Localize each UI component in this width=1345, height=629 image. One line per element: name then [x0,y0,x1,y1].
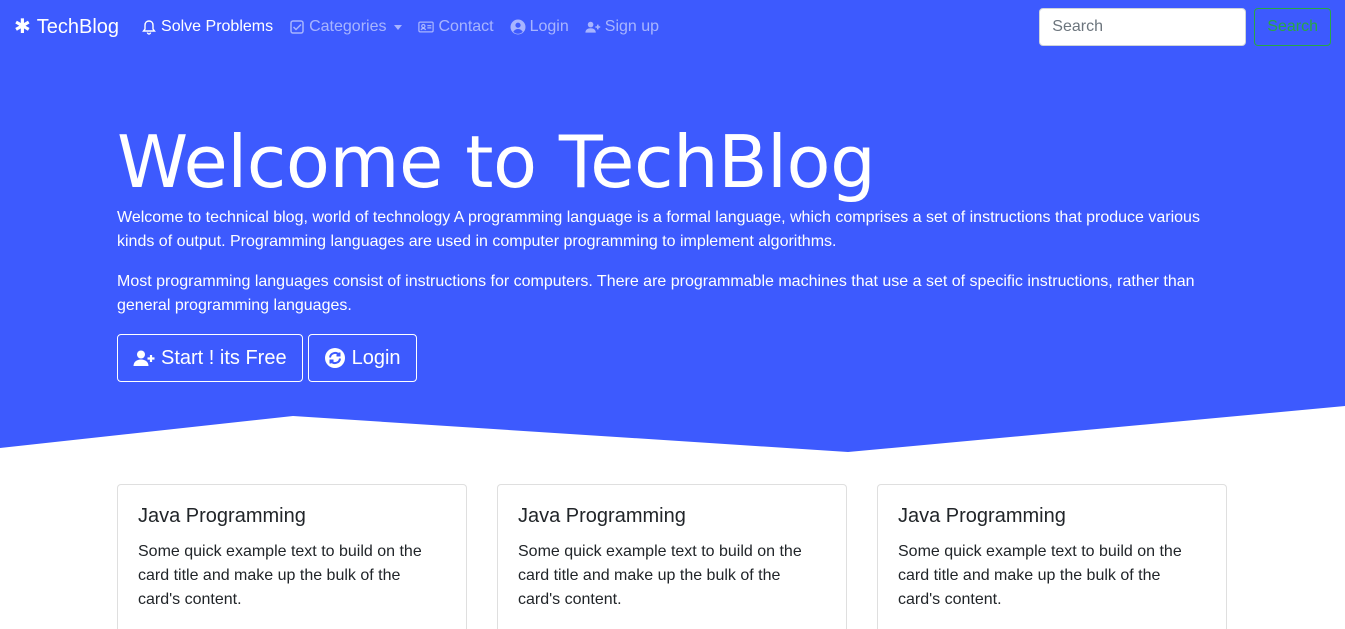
chevron-down-icon [394,24,403,30]
nav-item-solve-problems[interactable]: Solve Problems [141,18,273,36]
nav-item-label: Sign up [604,18,660,35]
hero-login-button[interactable]: Login [307,334,417,382]
sync-circle-icon [324,348,345,368]
nav-item-signup[interactable]: Sign up [585,18,659,36]
card-title: Java Programming [138,505,306,527]
brand-link[interactable]: ✱ TechBlog [14,16,119,39]
hero-paragraph: Most programming languages consist of in… [117,273,1195,314]
search-form: Search [1039,8,1331,46]
nav-item-contact[interactable]: Contact [418,18,494,36]
brand-name: TechBlog [36,15,120,38]
hero-paragraph: Welcome to technical blog, world of tech… [117,209,1200,250]
nav-item-login[interactable]: Login [510,18,569,36]
card: Java Programming Some quick example text… [497,484,847,629]
user-plus-icon [133,350,155,366]
card-list: Java Programming Some quick example text… [117,484,1227,629]
card: Java Programming Some quick example text… [877,484,1227,629]
hero-buttons: Start ! its Free Login [117,334,1217,382]
hero-banner: Welcome to TechBlog Welcome to technical… [0,54,1345,454]
card-title: Java Programming [518,505,686,527]
card: Java Programming Some quick example text… [117,484,467,629]
hero-title: Welcome to TechBlog [117,120,876,204]
start-free-button[interactable]: Start ! its Free [117,334,303,382]
address-card-icon [418,21,435,33]
hero-login-label: Login [351,346,401,369]
card-text: Some quick example text to build on the … [518,543,802,608]
card-text: Some quick example text to build on the … [138,543,422,608]
card-title: Java Programming [898,505,1066,527]
nav-item-label: Contact [438,18,494,35]
navbar: ✱ TechBlog Solve Problems Categories Con… [0,0,1345,54]
start-free-label: Start ! its Free [161,346,287,369]
user-circle-icon [510,19,526,35]
check-square-icon [290,20,304,34]
nav-item-label: Categories [309,18,387,35]
bell-icon [142,20,156,35]
nav-item-label: Solve Problems [161,18,274,35]
search-button[interactable]: Search [1254,8,1331,46]
search-input[interactable] [1039,8,1247,46]
hero-content: Welcome to TechBlog Welcome to technical… [117,126,1217,382]
nav-item-label: Login [529,18,569,35]
asterisk-icon: ✱ [14,16,31,38]
card-text: Some quick example text to build on the … [898,543,1182,608]
user-plus-icon [585,21,600,33]
nav-item-categories[interactable]: Categories [289,18,403,36]
